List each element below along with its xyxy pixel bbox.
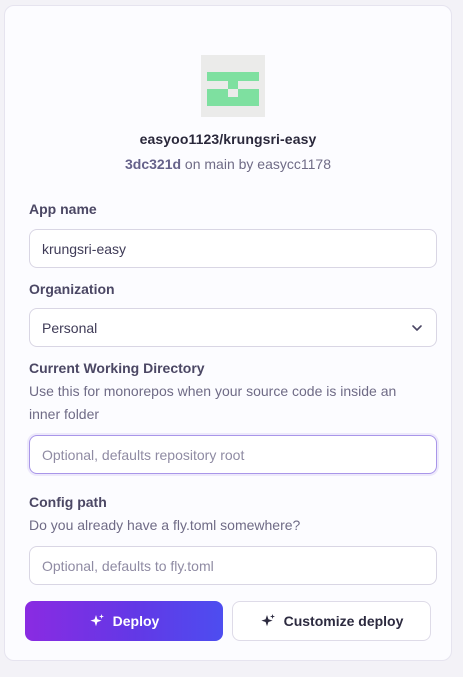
organization-label: Organization — [29, 281, 115, 297]
sparkle-icon — [260, 614, 275, 627]
chevron-down-icon — [412, 324, 422, 331]
commit-info: 3dc321d on main by easycc1178 — [5, 156, 451, 172]
config-path-input[interactable]: Optional, defaults to fly.toml — [29, 546, 437, 585]
repo-avatar — [201, 55, 265, 117]
deploy-card: easyoo1123/krungsri-easy 3dc321d on main… — [4, 5, 452, 661]
organization-select[interactable]: Personal — [29, 308, 437, 347]
identicon-icon — [201, 55, 265, 117]
cwd-help-text: Use this for monorepos when your source … — [29, 383, 397, 422]
config-path-help-text: Do you already have a fly.toml somewhere… — [29, 517, 301, 533]
commit-branch-author: on main by easycc1178 — [181, 156, 331, 172]
config-path-placeholder: Optional, defaults to fly.toml — [42, 557, 214, 574]
repo-name: easyoo1123/krungsri-easy — [139, 131, 317, 147]
deploy-button[interactable]: Deploy — [25, 601, 223, 641]
app-name-input[interactable]: krungsri-easy — [29, 229, 437, 268]
customize-deploy-button[interactable]: Customize deploy — [232, 601, 431, 641]
config-path-label: Config path — [29, 494, 107, 510]
cwd-label: Current Working Directory — [29, 360, 205, 376]
sparkle-icon — [90, 614, 104, 627]
app-name-label: App name — [29, 201, 97, 217]
cwd-input[interactable]: Optional, defaults repository root — [29, 435, 437, 474]
deploy-button-label: Deploy — [112, 613, 160, 629]
commit-sha[interactable]: 3dc321d — [125, 156, 181, 172]
customize-deploy-label: Customize deploy — [283, 613, 404, 629]
organization-selected-value: Personal — [42, 319, 98, 336]
app-name-value: krungsri-easy — [42, 240, 127, 257]
cwd-placeholder: Optional, defaults repository root — [42, 446, 245, 463]
